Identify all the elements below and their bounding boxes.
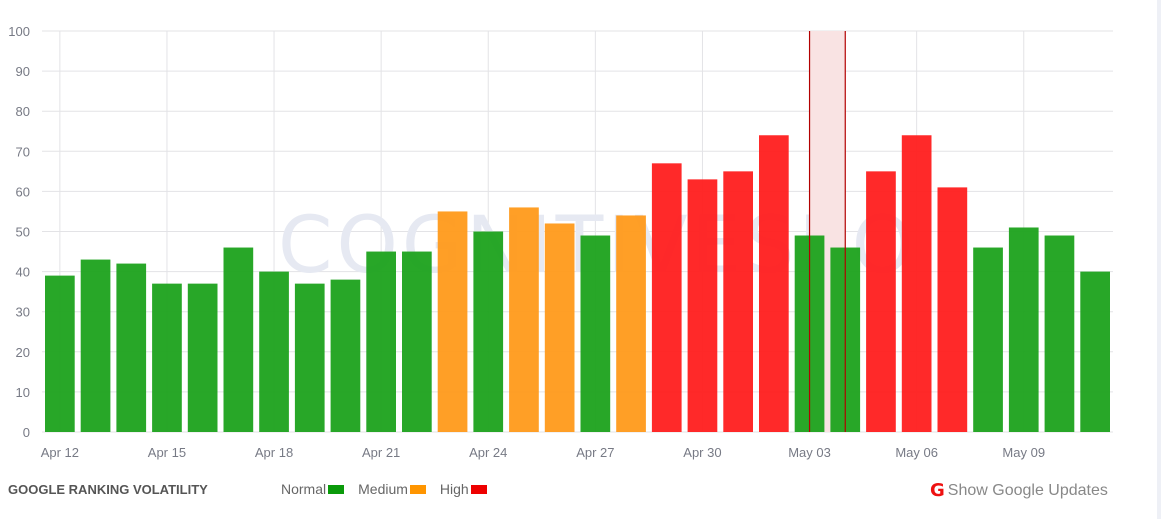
bar-apr-27[interactable] [580,235,611,432]
bar-apr-22[interactable] [402,251,432,432]
y-tick-label: 100 [8,24,30,39]
legend-swatch-normal [328,484,345,494]
y-axis-ticks: 0 10 20 30 40 50 60 70 80 90 100 [8,24,30,440]
legend-swatch-medium [409,484,426,494]
y-tick-label: 20 [16,345,30,360]
x-tick-label: May 03 [788,445,831,460]
bar-may-02[interactable] [759,135,789,432]
legend-label-high: High [439,481,469,497]
bar-apr-21[interactable] [366,251,396,432]
chart-title: GOOGLE RANKING VOLATILITY [8,482,208,497]
bar-apr-20[interactable] [330,279,361,432]
y-tick-label: 90 [16,64,30,79]
bar-may-01[interactable] [723,171,753,432]
bar-apr-12[interactable] [45,275,75,432]
bar-apr-24[interactable] [473,231,504,433]
bar-apr-14[interactable] [116,263,147,432]
bar-apr-18[interactable] [259,271,289,432]
scrollbar-track[interactable] [1157,0,1161,519]
x-tick-label: Apr 18 [255,445,293,460]
legend-label-medium: Medium [358,481,408,497]
bar-apr-25[interactable] [509,207,539,432]
bar-may-08[interactable] [973,247,1003,432]
bar-apr-19[interactable] [294,283,325,432]
y-tick-label: 70 [16,144,30,159]
bar-apr-29[interactable] [651,163,682,432]
y-tick-label: 30 [16,305,30,320]
x-tick-label: Apr 30 [683,445,721,460]
show-google-updates-label: Show Google Updates [947,481,1108,499]
y-tick-label: 10 [16,385,30,400]
y-tick-label: 80 [16,104,30,119]
bar-may-06[interactable] [901,135,932,432]
y-tick-label: 40 [16,265,30,280]
show-google-updates-button[interactable]: G Show Google Updates [930,480,1108,501]
bar-apr-30[interactable] [687,179,718,432]
bar-may-05[interactable] [866,171,896,432]
bar-may-11[interactable] [1080,271,1110,432]
x-tick-label: Apr 21 [362,445,400,460]
legend: Normal Medium High [281,481,487,497]
x-tick-label: May 06 [895,445,938,460]
chart-footer: GOOGLE RANKING VOLATILITY Normal Medium … [0,478,1161,502]
legend-label-normal: Normal [281,481,327,497]
legend-item-high[interactable]: High [440,481,487,497]
x-tick-label: Apr 24 [469,445,507,460]
bar-may-07[interactable] [937,187,968,432]
legend-item-medium[interactable]: Medium [358,481,426,497]
bar-may-09[interactable] [1008,227,1039,432]
bar-apr-13[interactable] [80,259,111,432]
bar-apr-23[interactable] [437,211,468,432]
bar-apr-28[interactable] [616,215,646,432]
google-icon: G [930,480,945,501]
x-tick-label: Apr 27 [576,445,614,460]
y-tick-label: 0 [23,425,30,440]
bar-apr-26[interactable] [544,223,575,432]
bar-apr-17[interactable] [223,247,254,432]
x-tick-label: May 09 [1002,445,1045,460]
bar-apr-16[interactable] [187,283,218,432]
y-tick-label: 50 [16,225,30,240]
legend-swatch-high [470,484,487,494]
x-tick-label: Apr 12 [41,445,79,460]
x-tick-label: Apr 15 [148,445,186,460]
legend-item-normal[interactable]: Normal [281,481,345,497]
y-tick-label: 60 [16,184,30,199]
bar-apr-15[interactable] [152,283,182,432]
volatility-chart: COGNITIVESEO 0102030405060708090100 Apr … [8,24,1113,460]
bar-may-10[interactable] [1044,235,1075,432]
x-axis-ticks: Apr 12 Apr 15 Apr 18 Apr 21 Apr 24 Apr 27 Apr … [41,445,1045,460]
